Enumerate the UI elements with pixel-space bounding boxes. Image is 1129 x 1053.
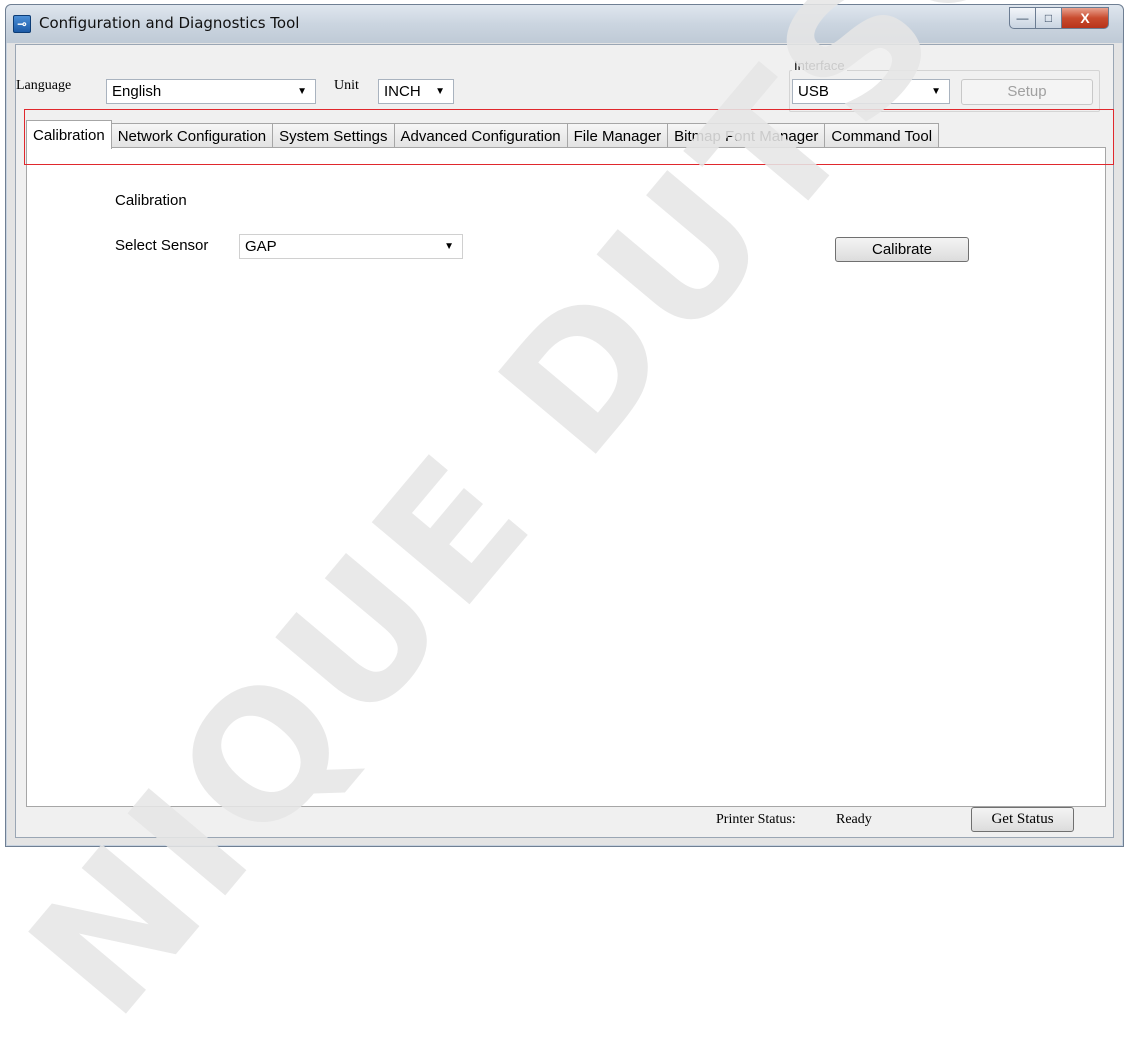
calibrate-button[interactable]: Calibrate	[835, 237, 969, 262]
calibration-panel: Calibration Select Sensor GAP ▼ Calibrat…	[26, 147, 1106, 807]
sensor-value: GAP	[245, 238, 277, 255]
setup-button[interactable]: Setup	[961, 79, 1093, 105]
tab-network-configuration[interactable]: Network Configuration	[110, 123, 274, 149]
maximize-icon: □	[1044, 11, 1053, 25]
app-icon[interactable]: ⊸	[13, 15, 31, 33]
minimize-button[interactable]: —	[1009, 7, 1036, 29]
interface-select[interactable]: USB ▼	[792, 79, 950, 104]
sensor-select[interactable]: GAP ▼	[239, 234, 463, 259]
chevron-down-icon: ▼	[297, 86, 307, 97]
close-button[interactable]: X	[1062, 7, 1109, 29]
chevron-down-icon: ▼	[931, 86, 941, 97]
chevron-down-icon: ▼	[435, 86, 445, 97]
tab-advanced-configuration[interactable]: Advanced Configuration	[393, 123, 568, 149]
tab-bitmap-font-manager[interactable]: Bitmap Font Manager	[667, 123, 826, 149]
unit-value: INCH	[384, 83, 421, 100]
tab-calibration[interactable]: Calibration	[26, 120, 112, 149]
interface-label: Interface	[792, 58, 847, 73]
unit-select[interactable]: INCH ▼	[378, 79, 454, 104]
status-bar: Printer Status: Ready Get Status	[16, 803, 1113, 837]
app-window: ⊸ Configuration and Diagnostics Tool — □…	[5, 4, 1124, 847]
select-sensor-label: Select Sensor	[115, 237, 209, 254]
minimize-icon: —	[1016, 11, 1029, 25]
unit-label: Unit	[334, 78, 359, 93]
close-icon: X	[1080, 10, 1090, 26]
tab-file-manager[interactable]: File Manager	[566, 123, 669, 149]
tab-strip: Calibration Network Configuration System…	[26, 120, 940, 149]
language-select[interactable]: English ▼	[106, 79, 316, 104]
language-value: English	[112, 83, 162, 100]
language-label: Language	[16, 78, 72, 93]
calibration-heading: Calibration	[115, 192, 187, 209]
printer-status-value: Ready	[836, 812, 872, 827]
printer-status-label: Printer Status:	[716, 812, 796, 827]
get-status-button[interactable]: Get Status	[971, 807, 1074, 832]
title-bar[interactable]: ⊸ Configuration and Diagnostics Tool — □…	[6, 5, 1123, 43]
maximize-button[interactable]: □	[1036, 7, 1062, 29]
chevron-down-icon: ▼	[444, 241, 454, 252]
tab-command-tool[interactable]: Command Tool	[824, 123, 940, 149]
window-controls: — □ X	[1009, 7, 1109, 29]
interface-value: USB	[798, 83, 829, 100]
client-area: Language English ▼ Unit INCH ▼ Interface…	[15, 44, 1114, 838]
tab-system-settings[interactable]: System Settings	[272, 123, 395, 149]
window-title: Configuration and Diagnostics Tool	[39, 14, 300, 32]
